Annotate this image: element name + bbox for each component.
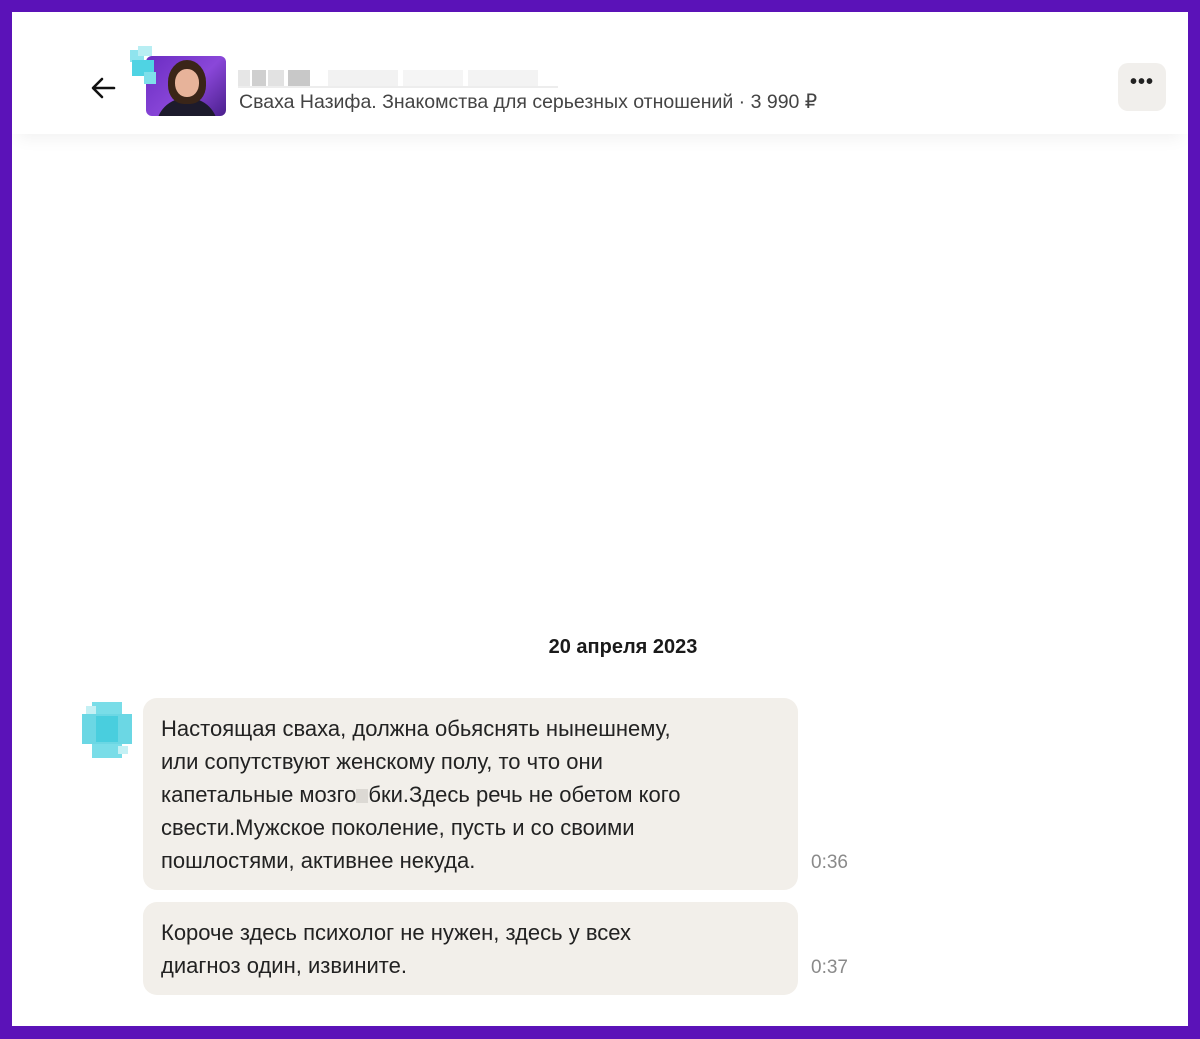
listing-subtitle[interactable]: Сваха Назифа. Знакомства для серьезных о… <box>239 90 817 114</box>
message-line: Настоящая сваха, должна обьяснять нынешн… <box>161 716 671 741</box>
censored-text-block <box>356 789 369 803</box>
avatar-photo <box>146 56 226 116</box>
sender-avatar <box>82 702 132 758</box>
message-bubble[interactable]: Короче здесь психолог не нужен, здесь у … <box>143 902 798 995</box>
message-bubble[interactable]: Настоящая сваха, должна обьяснять нынешн… <box>143 698 798 890</box>
message-line: или сопутствуют женскому полу, то что он… <box>161 749 603 774</box>
message-time: 0:36 <box>811 852 848 873</box>
message-line: пошлостями, активнее некуда. <box>161 848 476 873</box>
seller-avatar[interactable] <box>130 46 228 120</box>
message-text-part: капетальные мозго <box>161 782 357 807</box>
message-line: капетальные мозго бки.Здесь речь не обето… <box>161 778 780 811</box>
blurred-user-name <box>238 58 558 88</box>
date-separator: 20 апреля 2023 <box>548 636 698 658</box>
message-line: диагноз один, извините. <box>161 953 407 978</box>
chat-header: Сваха Назифа. Знакомства для серьезных о… <box>12 12 1188 134</box>
message-line: Короче здесь психолог не нужен, здесь у … <box>161 920 632 945</box>
message-time: 0:37 <box>811 957 848 978</box>
arrow-left-icon[interactable] <box>86 70 122 106</box>
message-text-part: бки.Здесь речь не обетом кого <box>368 782 681 807</box>
chat-window: Сваха Назифа. Знакомства для серьезных о… <box>12 12 1188 1026</box>
more-horizontal-icon: ••• <box>1129 71 1154 93</box>
more-options-button[interactable]: ••• <box>1118 63 1166 111</box>
message-line: свести.Мужское поколение, пусть и со сво… <box>161 815 635 840</box>
